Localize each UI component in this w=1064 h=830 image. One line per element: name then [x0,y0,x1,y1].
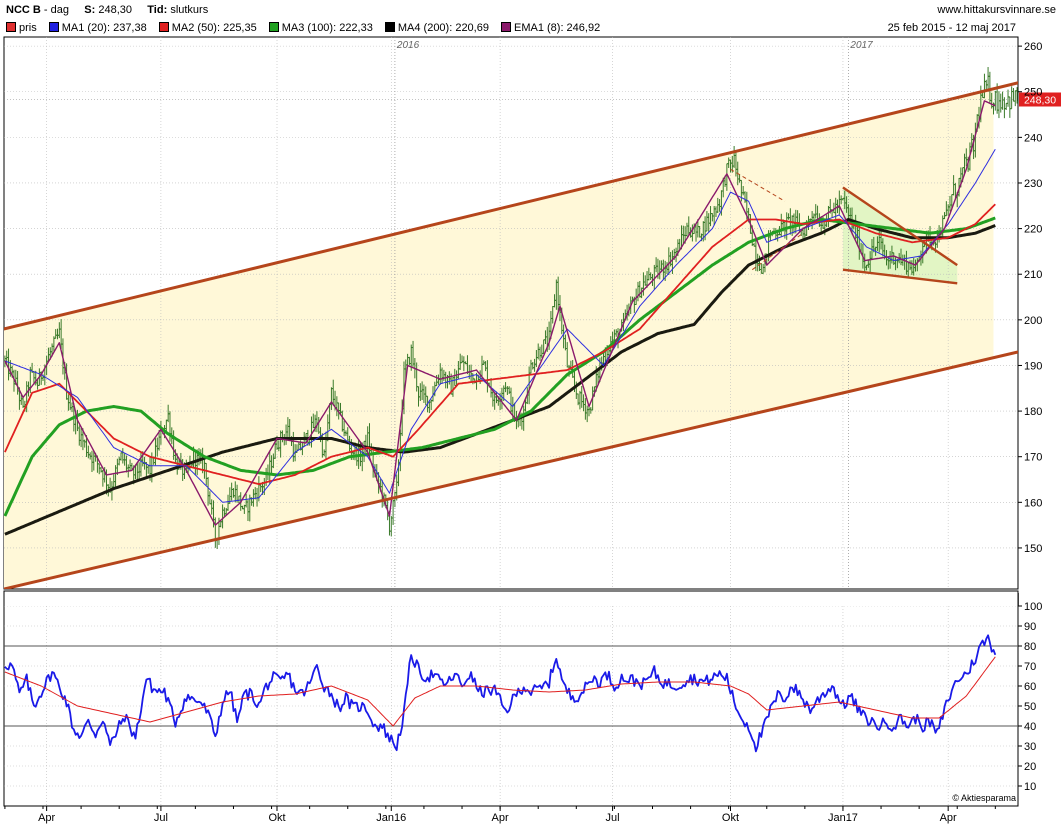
price-ytick-label: 180 [1024,406,1042,418]
x-axis: Apr Jul Okt Jan16 Apr Jul Okt Jan17 Apr [4,805,1018,824]
rsi-ytick-label: 80 [1024,641,1036,653]
x-tick-label: Jan17 [828,812,858,824]
rsi-ytick-label: 50 [1024,701,1036,713]
price-ytick-label: 220 [1024,224,1042,236]
x-tick-label: Okt [722,812,739,824]
rsi-ytick-label: 10 [1024,781,1036,793]
x-tick-label: Apr [38,812,55,824]
rsi-ytick-label: 30 [1024,741,1036,753]
rsi-panel-frame [3,590,1019,807]
price-ytick-label: 190 [1024,360,1042,372]
price-ytick-label: 170 [1024,452,1042,464]
x-tick-label: Jul [154,812,168,824]
copyright-label: © Aktiesparama [952,793,1016,803]
price-ytick-label: 210 [1024,269,1042,281]
x-tick-label: Apr [940,812,957,824]
x-tick-label: Jul [606,812,620,824]
rsi-ytick-label: 20 [1024,761,1036,773]
rsi-ytick-label: 90 [1024,621,1036,633]
price-ytick-label: 240 [1024,132,1042,144]
price-ytick-label: 260 [1024,41,1042,53]
year-label: 2017 [849,40,873,51]
price-and-rsi-chart: 2016 2017248,3015016017018019020021022023… [3,36,1061,824]
rsi-ytick-label: 70 [1024,661,1036,673]
rsi-ytick-label: 100 [1024,601,1042,613]
x-tick-label: Jan16 [376,812,406,824]
year-label: 2016 [396,40,420,51]
price-ytick-label: 230 [1024,178,1042,190]
rsi-ytick-label: 60 [1024,681,1036,693]
x-tick-label: Okt [268,812,285,824]
x-tick-label: Apr [492,812,509,824]
price-ytick-label: 150 [1024,543,1042,555]
rsi-panel: 10 20 30 40 50 60 70 80 90 100 [3,590,1042,807]
price-ytick-label: 200 [1024,315,1042,327]
price-panel: 2016 2017248,3015016017018019020021022023… [3,36,1061,590]
rsi-ytick-label: 40 [1024,721,1036,733]
price-ytick-label: 250 [1024,87,1042,99]
price-ytick-label: 160 [1024,497,1042,509]
